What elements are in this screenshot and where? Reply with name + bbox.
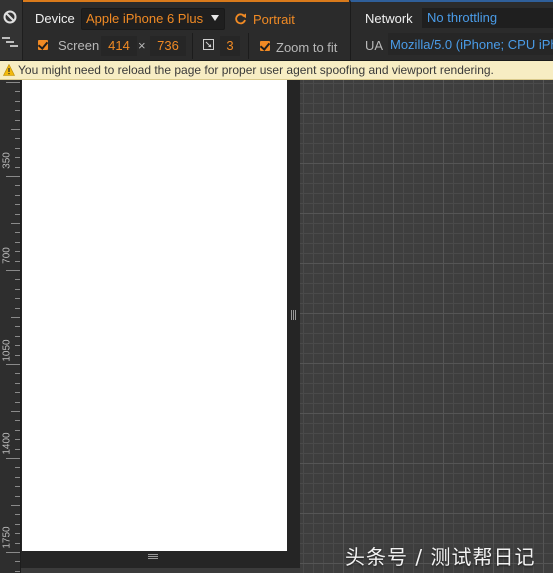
ruler-tick (15, 289, 20, 290)
ruler-tick (15, 326, 20, 327)
pixel-ratio-input[interactable]: 3 (220, 36, 240, 56)
network-settings-section: Network No throttling UA Mozilla/5.0 (iP… (350, 0, 553, 60)
screen-width-input[interactable]: 414 (101, 36, 137, 56)
ruler-tick (15, 195, 20, 196)
device-frame (21, 80, 300, 568)
device-select[interactable]: Apple iPhone 6 Plus (81, 8, 225, 30)
network-select-value: No throttling (427, 10, 498, 25)
width-resize-handle[interactable] (289, 310, 299, 324)
ruler-tick (15, 138, 20, 139)
ruler-tick (15, 477, 20, 478)
ruler-tick (15, 571, 20, 572)
device-settings-section: Device Apple iPhone 6 Plus Portrait Scre… (23, 0, 349, 60)
ruler-tick (15, 232, 20, 233)
ruler-tick (15, 355, 20, 356)
ruler-tick (15, 120, 20, 121)
ruler-tick (15, 185, 20, 186)
device-viewport[interactable] (22, 80, 287, 551)
user-agent-value: Mozilla/5.0 (iPhone; CPU iPhone OS 8_0 l… (390, 37, 553, 52)
ruler-tick (15, 373, 20, 374)
ruler-tick (15, 486, 20, 487)
ruler-tick (15, 514, 20, 515)
ruler-tick (11, 411, 20, 412)
ruler-tick (15, 157, 20, 158)
ruler-tick (15, 251, 20, 252)
ruler-tick (15, 496, 20, 497)
height-resize-handle[interactable] (148, 552, 160, 562)
ruler-tick (15, 242, 20, 243)
watermark: 头条号 / 测试帮日记 (345, 545, 536, 569)
ruler-tick (11, 129, 20, 130)
network-label: Network (365, 11, 413, 26)
ruler-tick (6, 458, 20, 459)
times-sign: × (138, 38, 146, 53)
ruler-label: 1750 (1, 526, 13, 549)
ua-label: UA (365, 38, 384, 53)
ruler-tick (15, 308, 20, 309)
ruler-tick (15, 279, 20, 280)
ruler-label: 700 (1, 247, 13, 264)
ruler-tick (15, 543, 20, 544)
user-agent-input[interactable]: Mozilla/5.0 (iPhone; CPU iPhone OS 8_0 l… (388, 33, 553, 55)
device-mode-toolbar: Device Apple iPhone 6 Plus Portrait Scre… (0, 0, 553, 61)
warning-message: You might need to reload the page for pr… (18, 63, 494, 77)
ruler-tick (6, 82, 20, 83)
warning-icon (3, 64, 15, 76)
toolbar-left-strip (0, 0, 23, 60)
ruler-tick (6, 176, 20, 177)
ruler-tick (15, 449, 20, 450)
ruler-tick (11, 505, 20, 506)
ruler-tick (15, 204, 20, 205)
zoom-to-fit-checkbox[interactable] (260, 41, 270, 51)
ruler-tick (15, 561, 20, 562)
ruler-tick (15, 110, 20, 111)
ruler-tick (15, 430, 20, 431)
zoom-to-fit-label: Zoom to fit (276, 40, 338, 55)
ruler-label: 1400 (1, 432, 13, 455)
ruler-tick (15, 214, 20, 215)
ruler-tick (6, 552, 20, 553)
ruler-tick (6, 270, 20, 271)
vertical-ruler: 350 700 1050 1400 1750 (0, 80, 21, 573)
screen-checkbox[interactable] (38, 40, 48, 50)
ruler-tick (15, 345, 20, 346)
ruler-tick (15, 467, 20, 468)
divider (248, 33, 249, 59)
ruler-label: 350 (1, 152, 13, 169)
orientation-button[interactable]: Portrait (253, 12, 295, 27)
ruler-tick (6, 364, 20, 365)
ruler-label: 1050 (1, 339, 13, 362)
ruler-tick (15, 167, 20, 168)
emulation-canvas-grid (300, 80, 553, 573)
reload-warning-bar: You might need to reload the page for pr… (0, 61, 553, 80)
ruler-tick (15, 91, 20, 92)
ruler-tick (15, 439, 20, 440)
network-select[interactable]: No throttling (422, 8, 553, 28)
ruler-tick (15, 524, 20, 525)
rotate-icon[interactable] (234, 12, 247, 25)
screen-height-input[interactable]: 736 (150, 36, 186, 56)
ruler-tick (15, 402, 20, 403)
ruler-tick (15, 148, 20, 149)
ruler-tick (15, 533, 20, 534)
ruler-tick (15, 383, 20, 384)
device-label: Device (35, 11, 75, 26)
ruler-tick (15, 392, 20, 393)
screen-label: Screen (58, 38, 100, 53)
ruler-tick (15, 336, 20, 337)
ruler-toggle-icon[interactable] (2, 37, 18, 47)
ruler-tick (15, 298, 20, 299)
ruler-tick (11, 317, 20, 318)
caret-down-icon (211, 15, 219, 21)
screen-icon (203, 39, 214, 50)
ruler-tick (15, 101, 20, 102)
divider (192, 33, 193, 59)
block-icon[interactable] (3, 10, 17, 24)
ruler-tick (15, 261, 20, 262)
device-select-value: Apple iPhone 6 Plus (86, 11, 204, 26)
ruler-tick (15, 420, 20, 421)
ruler-tick (11, 223, 20, 224)
